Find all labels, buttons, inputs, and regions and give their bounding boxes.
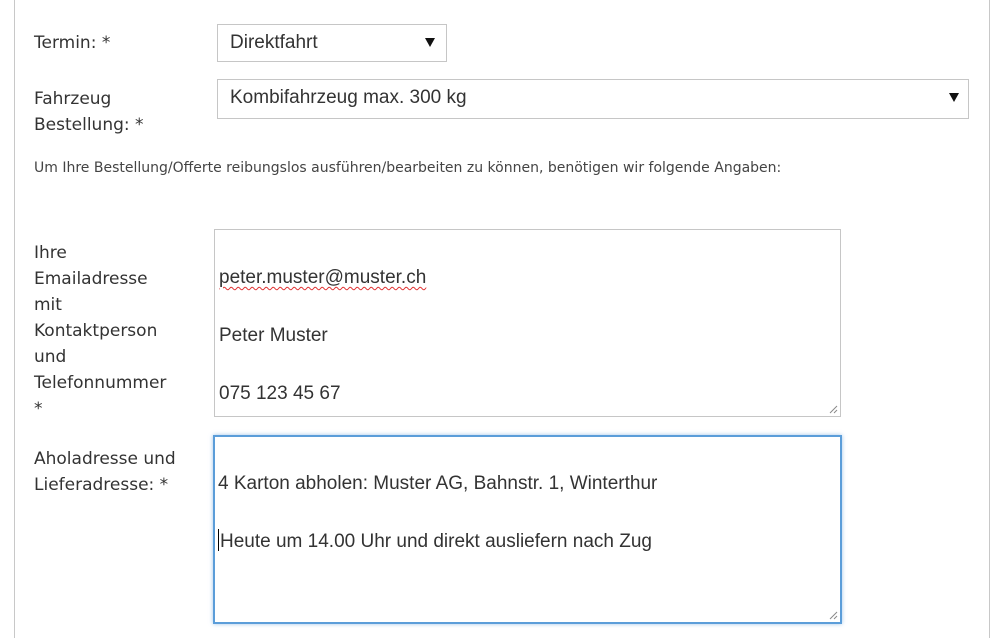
resize-grip-icon[interactable] <box>828 610 838 620</box>
kontakt-label: Ihre Emailadresse mit Kontaktperson und … <box>34 243 167 419</box>
adresse-label: Aholadresse und Lieferadresse: * <box>34 449 176 495</box>
fahrzeug-select-value: Kombifahrzeug max. 300 kg <box>230 87 467 108</box>
termin-label: Termin: * <box>34 33 111 53</box>
termin-select[interactable]: Direktfahrt <box>217 24 447 62</box>
phone-line: 075 123 45 67 <box>219 383 341 404</box>
kontakt-textarea[interactable]: peter.muster@muster.ch Peter Muster 075 … <box>214 229 841 417</box>
info-text: Um Ihre Bestellung/Offerte reibungslos a… <box>34 160 782 176</box>
fahrzeug-select[interactable]: Kombifahrzeug max. 300 kg <box>217 79 969 119</box>
fahrzeug-label: Fahrzeug Bestellung: * <box>34 89 144 135</box>
chevron-down-icon <box>949 93 959 102</box>
termin-select-value: Direktfahrt <box>230 32 318 53</box>
adresse-textarea[interactable]: 4 Karton abholen: Muster AG, Bahnstr. 1,… <box>213 435 842 624</box>
email-line: peter.muster@muster.ch <box>219 267 427 288</box>
contact-person-line: Peter Muster <box>219 325 328 346</box>
chevron-down-icon <box>425 38 435 47</box>
resize-grip-icon[interactable] <box>828 404 838 414</box>
delivery-line: Heute um 14.00 Uhr und direkt ausliefern… <box>220 531 652 552</box>
text-cursor <box>218 529 219 551</box>
pickup-line: 4 Karton abholen: Muster AG, Bahnstr. 1,… <box>218 473 658 494</box>
delivery-line-wrap: Heute um 14.00 Uhr und direkt ausliefern… <box>218 527 840 556</box>
